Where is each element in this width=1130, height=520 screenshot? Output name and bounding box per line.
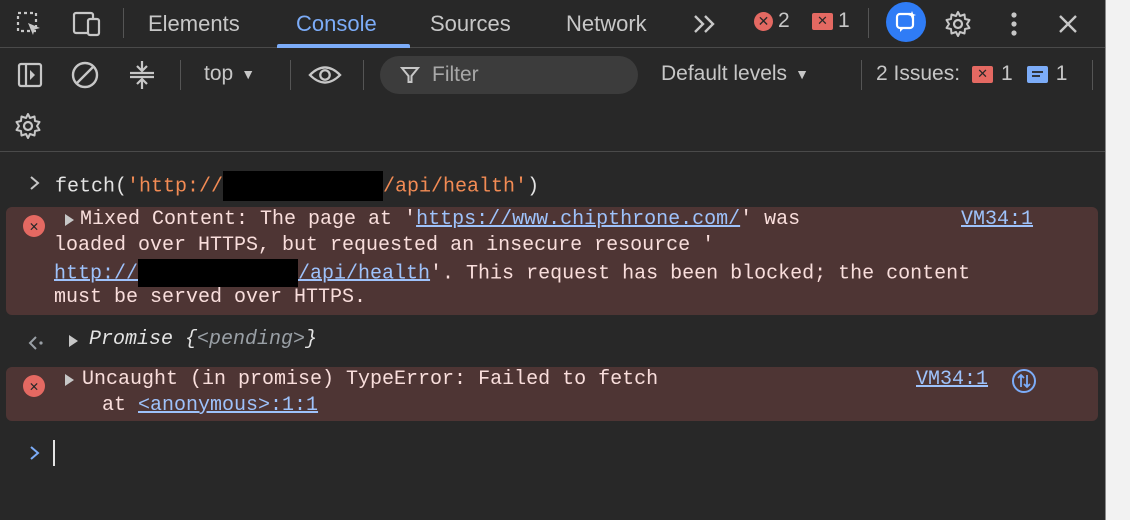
live-expression-eye-icon[interactable] <box>308 58 342 92</box>
error-counter[interactable]: ✕ 2 <box>754 9 790 33</box>
collapse-groups-icon[interactable] <box>125 58 159 92</box>
divider <box>1092 60 1093 90</box>
ai-assistant-icon <box>895 11 916 32</box>
prompt-chevron-icon <box>30 446 40 460</box>
context-label: top <box>204 62 234 85</box>
result-arrow-icon <box>28 336 43 350</box>
console-input-entry[interactable]: fetch('http:///api/health') <box>55 171 539 201</box>
divider <box>868 8 869 38</box>
tab-sources[interactable]: Sources <box>430 0 511 47</box>
page-url-link[interactable]: https://www.chipthrone.com/ <box>416 208 740 231</box>
stack-trace-toggle-icon[interactable] <box>1011 368 1037 394</box>
tab-network[interactable]: Network <box>566 0 647 47</box>
dropdown-arrow-icon: ▼ <box>241 66 256 82</box>
error-icon: ✕ <box>23 375 45 397</box>
expand-triangle-icon[interactable] <box>65 214 74 226</box>
console-prompt-input[interactable] <box>53 440 55 466</box>
console-error-message: ✕ Mixed Content: The page at 'https://ww… <box>6 207 1098 315</box>
context-selector[interactable]: top ▼ <box>204 62 255 86</box>
error-icon: ✕ <box>754 11 773 31</box>
tab-console[interactable]: Console <box>296 0 377 47</box>
error-count: 2 <box>778 9 790 32</box>
console-error-message: ✕ Uncaught (in promise) TypeError: Faile… <box>6 367 1098 421</box>
filter-placeholder: Filter <box>432 63 479 86</box>
message-error-icon: ✕ <box>812 12 833 30</box>
filter-icon <box>400 67 420 83</box>
issues-info-count: 1 <box>1055 62 1068 85</box>
log-levels-dropdown[interactable]: Default levels ▼ <box>661 62 809 86</box>
divider <box>123 8 124 38</box>
divider <box>180 60 181 90</box>
more-options-icon[interactable] <box>997 7 1031 41</box>
console-output: fetch('http:///api/health') ✕ Mixed Cont… <box>0 153 1105 520</box>
promise-result[interactable]: Promise {<pending>} <box>89 327 317 353</box>
issues-button[interactable]: 2 Issues: ✕ 1 1 <box>876 62 1067 86</box>
issue-info-icon <box>1026 65 1048 83</box>
divider <box>861 60 862 90</box>
divider <box>290 60 291 90</box>
error-icon: ✕ <box>23 215 45 237</box>
devtools-window: Elements Console Sources Network ✕ 2 ✕ 1 <box>0 0 1105 520</box>
close-icon[interactable] <box>1051 7 1085 41</box>
warning-counter[interactable]: ✕ 1 <box>812 9 850 33</box>
console-toolbar: top ▼ Filter Default levels ▼ 2 Issues: … <box>0 48 1105 152</box>
error-source-link[interactable]: VM34:1 <box>916 367 988 393</box>
issues-label: 2 Issues: <box>876 62 961 85</box>
more-tabs-icon[interactable] <box>688 7 722 41</box>
input-chevron-icon <box>30 176 40 190</box>
redacted-host <box>223 171 384 201</box>
settings-icon[interactable] <box>941 7 975 41</box>
insecure-url-link-path[interactable]: /api/health <box>298 262 430 285</box>
filter-input[interactable]: Filter <box>380 56 638 94</box>
insecure-url-link[interactable]: http:// <box>54 262 138 285</box>
warning-count: 1 <box>838 9 850 32</box>
clear-console-icon[interactable] <box>68 58 102 92</box>
issue-error-icon: ✕ <box>972 65 994 83</box>
divider <box>363 60 364 90</box>
redacted-host <box>138 259 299 287</box>
tab-elements[interactable]: Elements <box>148 0 240 47</box>
devtools-tab-bar: Elements Console Sources Network ✕ 2 ✕ 1 <box>0 0 1105 48</box>
expand-triangle-icon[interactable] <box>65 374 74 386</box>
issues-error-count: 1 <box>1001 62 1013 85</box>
device-toolbar-icon[interactable] <box>70 7 104 41</box>
anonymous-location-link[interactable]: <anonymous>:1:1 <box>138 394 318 417</box>
console-settings-icon[interactable] <box>11 109 45 143</box>
error-source-link[interactable]: VM34:1 <box>961 207 1033 233</box>
inspect-element-icon[interactable] <box>12 7 46 41</box>
ai-assistant-button[interactable] <box>886 2 926 42</box>
dropdown-arrow-icon: ▼ <box>795 66 809 82</box>
expand-triangle-icon[interactable] <box>69 335 78 347</box>
window-edge <box>1105 0 1130 520</box>
sidebar-toggle-icon[interactable] <box>13 58 47 92</box>
log-levels-label: Default levels <box>661 62 788 85</box>
